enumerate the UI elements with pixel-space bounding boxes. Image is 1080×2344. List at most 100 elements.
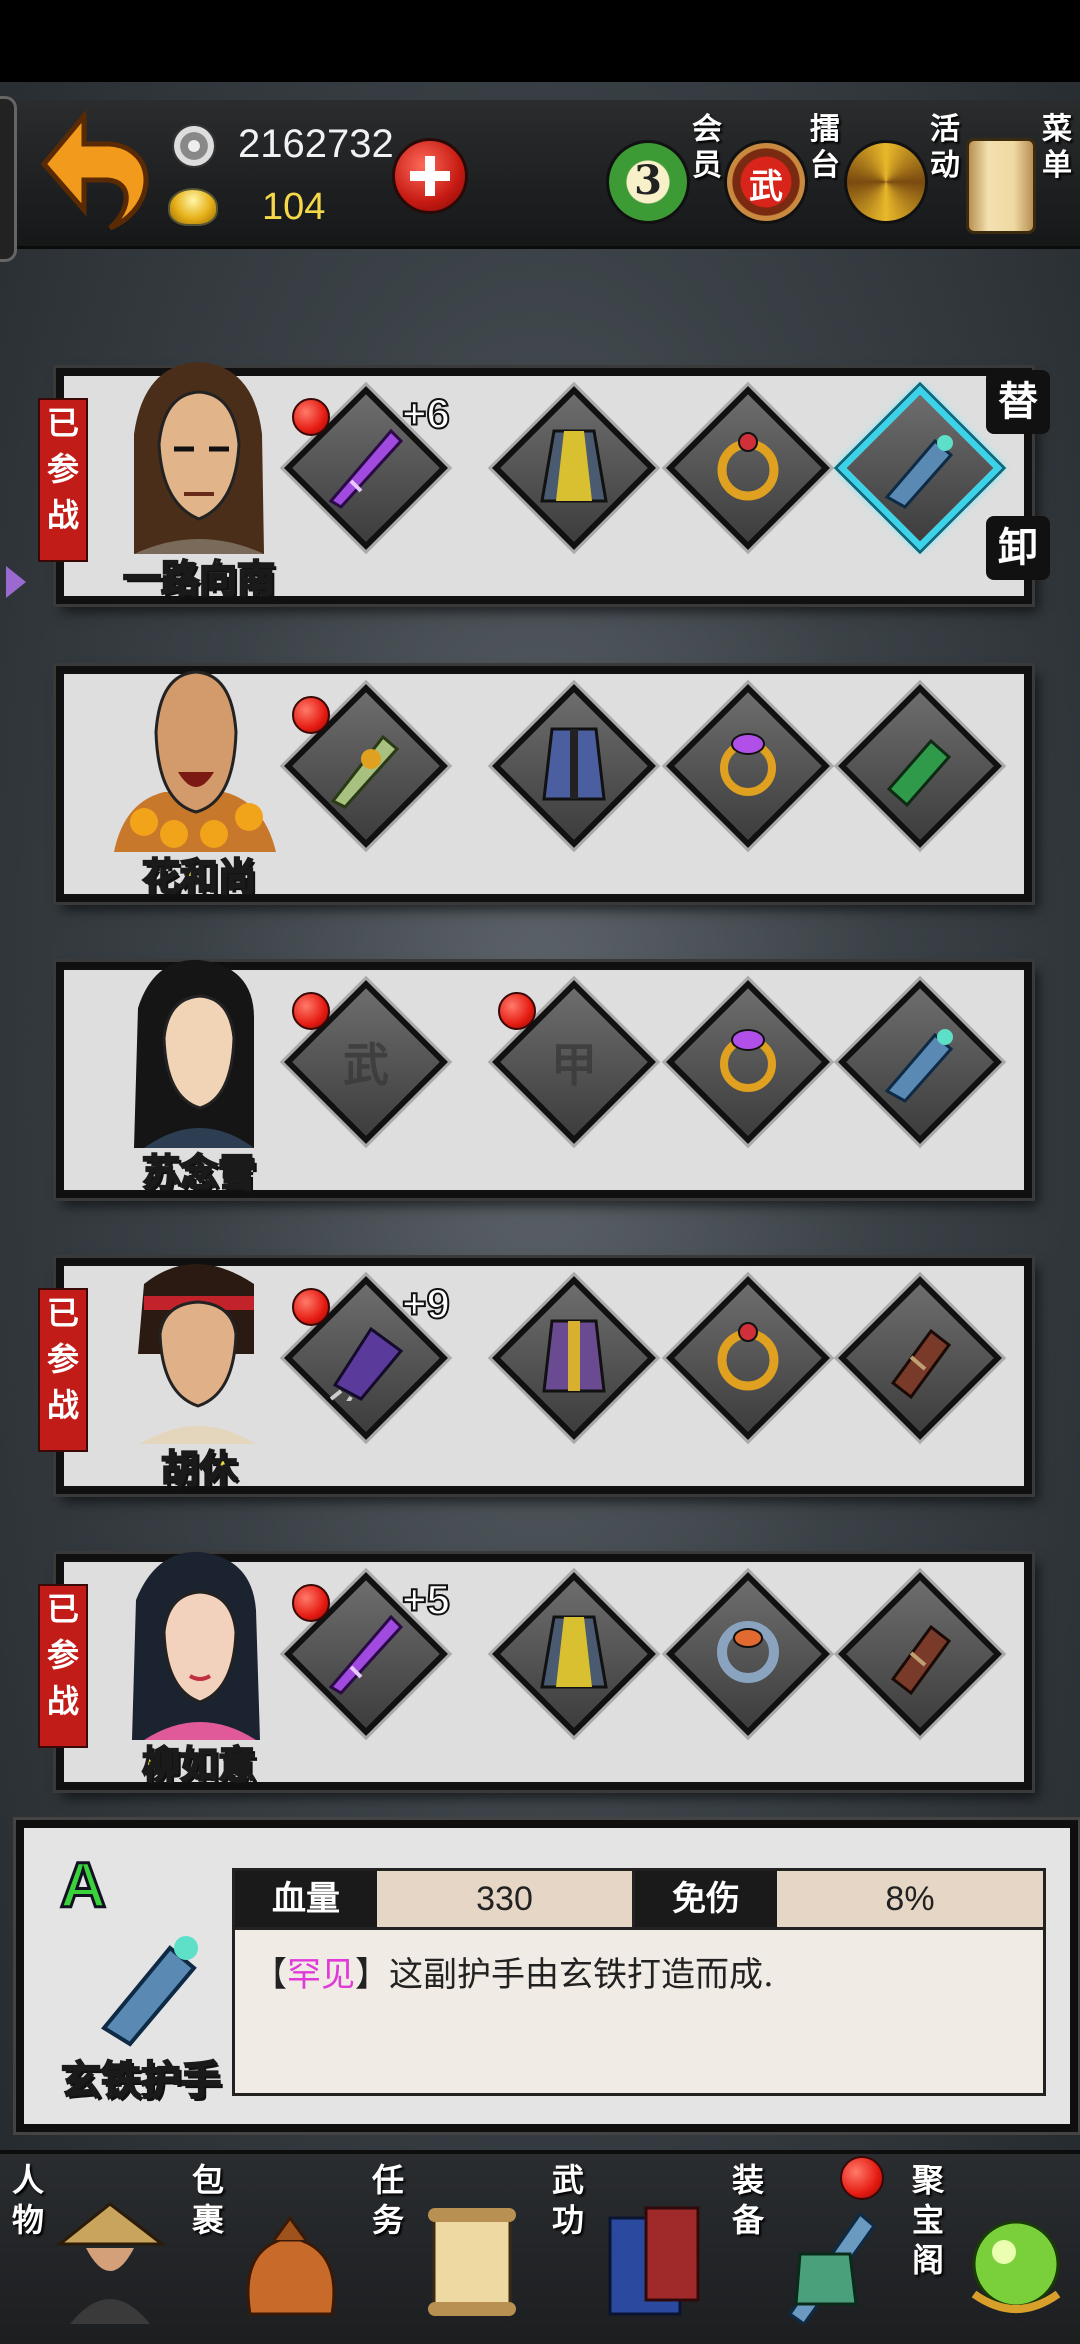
hero-card[interactable]: 花和尚 — [56, 666, 1032, 902]
swap-button[interactable]: 替 — [986, 370, 1050, 434]
purple-armor-icon — [534, 1311, 614, 1405]
coins-value: 2162732 — [238, 122, 394, 166]
leather-bracer-icon — [875, 1607, 965, 1701]
weapon-placeholder: 武 — [343, 1038, 389, 1092]
vip-label: 会员 — [692, 112, 722, 183]
ring-slot[interactable] — [665, 385, 831, 551]
side-arrow-icon[interactable] — [6, 566, 26, 598]
deployed-badge: 已参战 — [38, 1584, 88, 1748]
hero-card[interactable]: 已参战 一路向南 +6 替 卸 — [38, 362, 1050, 604]
hero-card[interactable]: 已参战 柳如意 +5 — [38, 1551, 1032, 1790]
back-button[interactable] — [40, 100, 160, 240]
bracer-slot-selected[interactable] — [837, 385, 1003, 551]
gold-ring-icon — [708, 1316, 788, 1400]
sword-armor-icon — [787, 2211, 877, 2324]
notification-dot — [292, 1288, 330, 1326]
hero-name: 花和尚 — [141, 853, 257, 900]
hero-portrait[interactable] — [104, 1244, 284, 1454]
enhance-level: +5 — [401, 1575, 451, 1624]
armor-slot[interactable] — [491, 385, 657, 551]
hero-portrait[interactable] — [104, 948, 284, 1158]
arena-button[interactable]: 武 擂台 — [724, 112, 844, 242]
unequip-button[interactable]: 卸 — [986, 516, 1050, 580]
nav-treasure-pavilion[interactable]: 聚宝阁 — [900, 2154, 1080, 2344]
stat-hp-value: 330 — [377, 1871, 635, 1927]
ring-slot[interactable] — [665, 979, 831, 1145]
bracer-slot[interactable] — [837, 1571, 1003, 1737]
ring-slot[interactable] — [665, 1571, 831, 1737]
menu-label: 菜单 — [1042, 112, 1072, 183]
vip-badge-icon: 3 — [606, 140, 690, 224]
hero-name: 苏念雪 — [141, 1149, 257, 1196]
hero-card[interactable]: 苏念雪 武 甲 — [56, 959, 1032, 1198]
straw-hat-hero-icon — [55, 2202, 167, 2324]
bracer-slot[interactable] — [837, 1275, 1003, 1441]
add-currency-button[interactable] — [392, 138, 468, 214]
nav-quests[interactable]: 任务 — [360, 2154, 540, 2344]
nav-character-label: 人物 — [12, 2161, 45, 2239]
nav-martial-arts[interactable]: 武功 — [540, 2154, 720, 2344]
arena-label: 擂台 — [810, 112, 840, 183]
sword-icon — [321, 1607, 411, 1701]
hero-card[interactable]: 已参战 胡休 +9 — [38, 1258, 1032, 1494]
iron-bracer-icon — [100, 1936, 198, 2047]
item-name: 玄铁护手 — [60, 2056, 222, 2105]
gold-ingot-icon — [168, 188, 218, 226]
armor-slot[interactable] — [491, 1275, 657, 1441]
claw-gauntlet-icon — [321, 1311, 411, 1409]
events-label: 活动 — [930, 112, 960, 183]
rarity-label: 罕见 — [287, 1955, 355, 1995]
menu-button[interactable]: 菜单 — [966, 112, 1076, 242]
deployed-badge: 已参战 — [38, 1288, 88, 1452]
notification-dot — [292, 398, 330, 436]
nav-quests-label: 任务 — [372, 2161, 405, 2239]
manual-book-icon — [608, 2206, 700, 2316]
notification-dot — [840, 2156, 884, 2200]
war-drum-icon: 武 — [724, 140, 808, 224]
quest-scroll-icon — [428, 2208, 516, 2316]
nav-character[interactable]: 人物 — [0, 2154, 180, 2344]
back-arrow-icon — [40, 109, 149, 231]
nav-martial-arts-label: 武功 — [552, 2161, 585, 2239]
hero-portrait[interactable] — [104, 354, 284, 564]
jade-bracer-icon — [875, 719, 965, 813]
hero-name: 柳如意 — [141, 1741, 257, 1788]
ring-slot[interactable] — [665, 683, 831, 849]
nav-equipment[interactable]: 装备 — [720, 2154, 900, 2344]
status-bar — [0, 0, 1080, 82]
armor-slot[interactable] — [491, 1571, 657, 1737]
silver-ring-icon — [708, 1612, 788, 1696]
notification-dot — [292, 992, 330, 1030]
bracket-close: 】 — [355, 1955, 389, 1995]
side-drawer-handle[interactable] — [0, 96, 17, 262]
events-button[interactable]: 活动 — [844, 112, 964, 242]
notification-dot — [498, 992, 536, 1030]
gold-ring-icon — [708, 426, 788, 510]
enhance-level: +9 — [401, 1279, 451, 1328]
robe-icon — [534, 1607, 614, 1701]
vip-button[interactable]: 3 会员 — [606, 112, 726, 242]
nav-bag[interactable]: 包裹 — [180, 2154, 360, 2344]
sword-icon — [321, 421, 411, 515]
scroll-icon — [966, 138, 1036, 234]
item-stats-box: 血量 330 免伤 8% 【罕见】这副护手由玄铁打造而成. — [232, 1868, 1046, 2096]
stat-dmg-reduction-label: 免伤 — [635, 1871, 777, 1927]
hero-portrait[interactable] — [104, 1540, 284, 1750]
gold-value: 104 — [262, 186, 326, 228]
jade-orb-icon — [971, 2220, 1061, 2313]
silver-coin-icon — [172, 124, 216, 168]
iron-bracer-icon — [875, 1015, 965, 1109]
hero-portrait[interactable] — [104, 652, 284, 862]
leather-bracer-icon — [875, 1311, 965, 1405]
iron-bracer-icon — [875, 421, 965, 515]
ring-slot[interactable] — [665, 1275, 831, 1441]
amethyst-ring-icon — [708, 724, 788, 808]
robe-icon — [534, 421, 614, 515]
enhance-level: +6 — [401, 389, 451, 438]
armor-slot[interactable] — [491, 683, 657, 849]
nav-bag-label: 包裹 — [192, 2161, 225, 2239]
blue-armor-icon — [534, 719, 614, 813]
bracer-slot[interactable] — [837, 683, 1003, 849]
bracer-slot[interactable] — [837, 979, 1003, 1145]
notification-dot — [292, 1584, 330, 1622]
